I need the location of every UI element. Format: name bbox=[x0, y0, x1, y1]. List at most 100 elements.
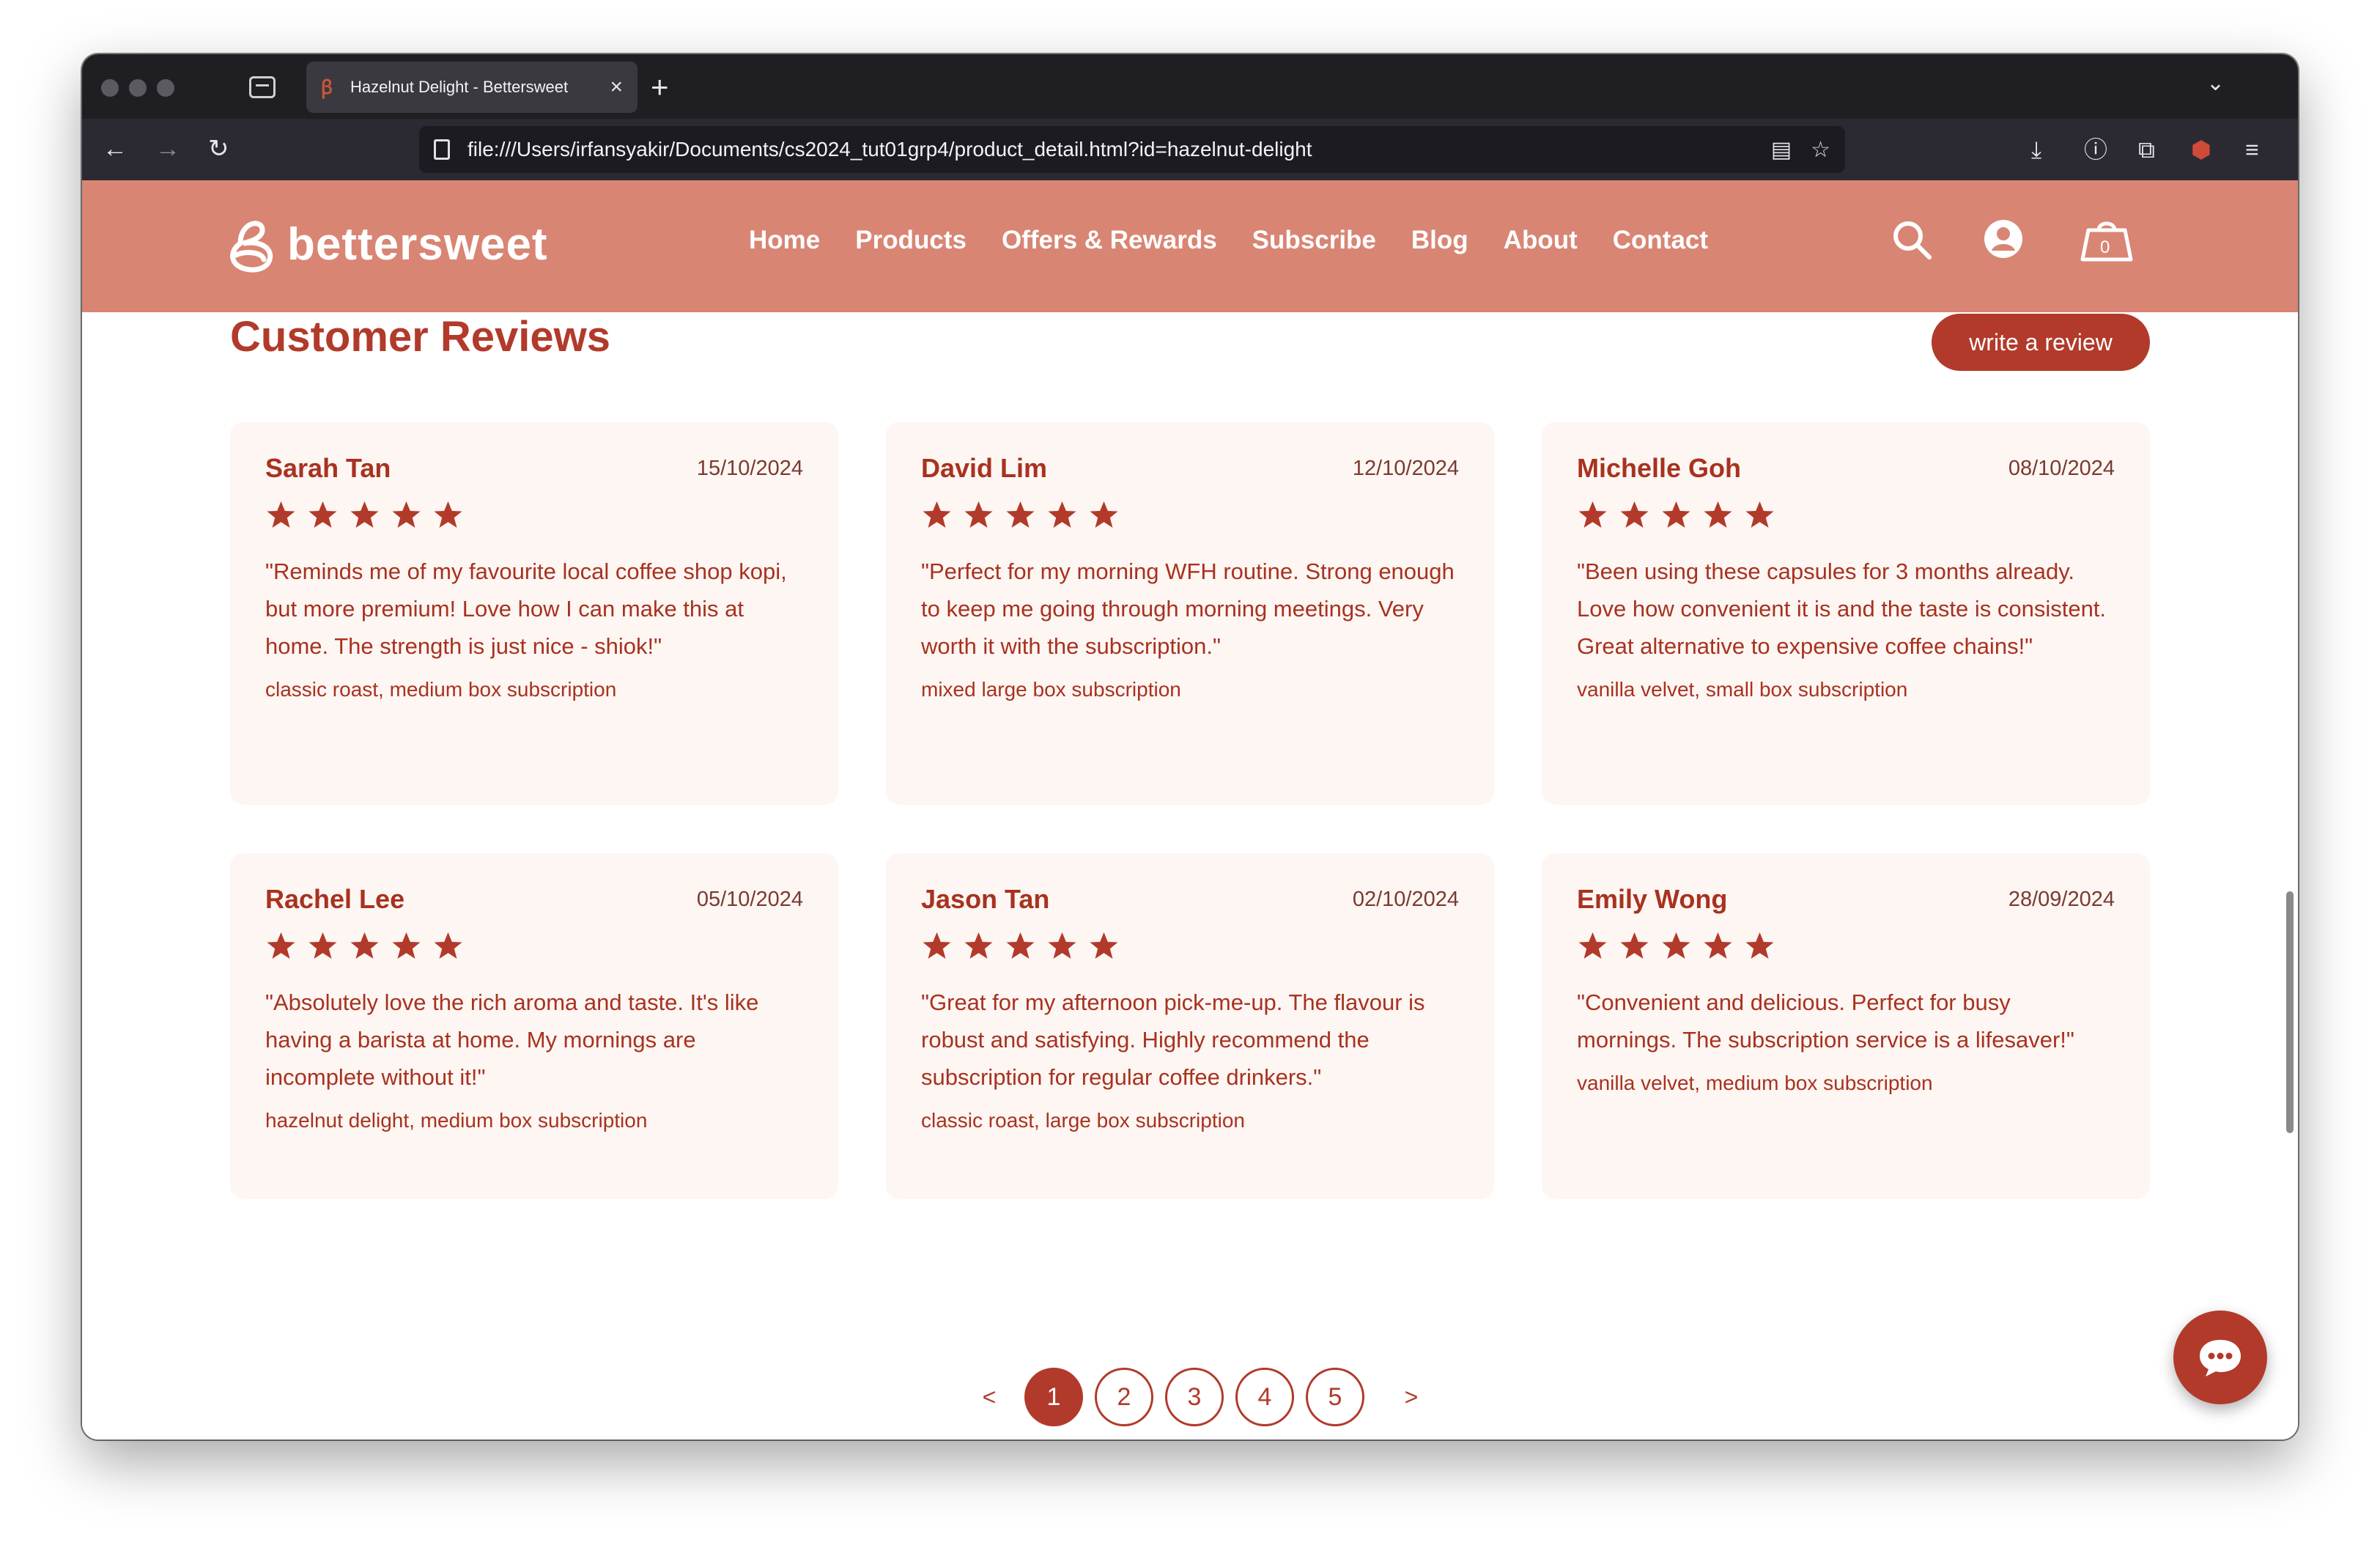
url-bar[interactable]: file:///Users/irfansyakir/Documents/cs20… bbox=[419, 126, 1845, 173]
extensions-icon[interactable]: ⧉ bbox=[2138, 133, 2155, 166]
tab-title: Hazelnut Delight - Bettersweet bbox=[350, 78, 569, 96]
search-icon[interactable] bbox=[1891, 218, 1933, 261]
star-icon bbox=[308, 501, 337, 528]
star-icon bbox=[1006, 501, 1035, 528]
star-icon bbox=[1704, 932, 1732, 959]
next-page-button[interactable]: > bbox=[1376, 1384, 1446, 1411]
review-card: Sarah Tan 15/10/2024 "Reminds me of my f… bbox=[230, 422, 838, 805]
star-icon bbox=[392, 501, 421, 528]
reviewer-name: David Lim bbox=[921, 453, 1048, 483]
review-date: 12/10/2024 bbox=[1352, 456, 1459, 480]
forward-icon[interactable]: → bbox=[155, 132, 180, 166]
logo[interactable]: bettersweet bbox=[226, 214, 548, 274]
review-product: mixed large box subscription bbox=[921, 678, 1181, 701]
write-review-button[interactable]: write a review bbox=[1932, 314, 2150, 371]
reviews-section: Customer Reviews write a review Sarah Ta… bbox=[82, 312, 2298, 1440]
info-icon[interactable]: ⓘ bbox=[2084, 133, 2107, 166]
review-card: Emily Wong 28/09/2024 "Convenient and de… bbox=[1542, 853, 2150, 1199]
window-controls bbox=[101, 79, 174, 97]
page-button[interactable]: 5 bbox=[1306, 1368, 1364, 1426]
star-icon bbox=[1006, 932, 1035, 959]
star-icon bbox=[434, 932, 462, 959]
review-date: 28/09/2024 bbox=[2008, 887, 2115, 911]
review-text: "Absolutely love the rich aroma and tast… bbox=[265, 989, 759, 1090]
close-tab-icon[interactable]: × bbox=[610, 76, 623, 98]
star-icon bbox=[308, 932, 337, 959]
nav-products[interactable]: Products bbox=[855, 226, 967, 255]
review-product: classic roast, medium box subscription bbox=[265, 678, 617, 701]
star-icon bbox=[923, 501, 951, 528]
review-product: hazelnut delight, medium box subscriptio… bbox=[265, 1109, 648, 1132]
review-text: "Perfect for my morning WFH routine. Str… bbox=[921, 559, 1455, 659]
star-icon bbox=[1704, 501, 1732, 528]
browser-window: ꞵ Hazelnut Delight - Bettersweet × + ⌄ ←… bbox=[82, 54, 2298, 1440]
bookmark-star-icon[interactable]: ☆ bbox=[1811, 137, 1830, 163]
page-icon bbox=[434, 139, 450, 160]
star-icon bbox=[1745, 501, 1774, 528]
reviewer-name: Emily Wong bbox=[1577, 884, 1728, 914]
nav-about[interactable]: About bbox=[1504, 226, 1578, 255]
nav-subscribe[interactable]: Subscribe bbox=[1252, 226, 1376, 255]
page-button[interactable]: 2 bbox=[1095, 1368, 1153, 1426]
review-text: "Reminds me of my favourite local coffee… bbox=[265, 559, 787, 659]
active-tab[interactable]: ꞵ Hazelnut Delight - Bettersweet × bbox=[306, 62, 638, 113]
page-button[interactable]: 1 bbox=[1024, 1368, 1083, 1426]
star-icon bbox=[1662, 501, 1690, 528]
cart-count-badge: 0 bbox=[2100, 237, 2110, 257]
review-product: classic roast, large box subscription bbox=[921, 1109, 1245, 1132]
review-product: vanilla velvet, medium box subscription bbox=[1577, 1072, 1933, 1094]
tab-list-chevron-icon[interactable]: ⌄ bbox=[2206, 70, 2225, 96]
star-rating bbox=[265, 931, 803, 962]
downloads-icon[interactable]: ⤓ bbox=[2031, 133, 2041, 166]
main-nav: Home Products Offers & Rewards Subscribe… bbox=[749, 226, 1708, 255]
star-icon bbox=[350, 932, 379, 959]
back-icon[interactable]: ← bbox=[103, 132, 128, 166]
minimize-window-button[interactable] bbox=[129, 79, 147, 97]
pagination: < 1 2 3 4 5 > bbox=[954, 1368, 1446, 1426]
account-icon[interactable] bbox=[1983, 218, 2024, 259]
nav-blog[interactable]: Blog bbox=[1411, 226, 1468, 255]
ublock-icon[interactable]: ⬢ bbox=[2191, 133, 2211, 166]
logo-mark-icon bbox=[230, 221, 273, 273]
prev-page-button[interactable]: < bbox=[954, 1384, 1024, 1411]
new-tab-icon[interactable]: + bbox=[651, 69, 669, 106]
close-window-button[interactable] bbox=[101, 79, 119, 97]
star-icon bbox=[392, 932, 421, 959]
reviewer-name: Jason Tan bbox=[921, 884, 1050, 914]
tab-bar: ꞵ Hazelnut Delight - Bettersweet × + ⌄ bbox=[82, 54, 2298, 119]
nav-offers-rewards[interactable]: Offers & Rewards bbox=[1002, 226, 1217, 255]
logo-text: bettersweet bbox=[287, 218, 548, 270]
maximize-window-button[interactable] bbox=[157, 79, 174, 97]
tab-overview-icon[interactable] bbox=[249, 76, 276, 98]
nav-contact[interactable]: Contact bbox=[1613, 226, 1708, 255]
reader-view-icon[interactable]: ▤ bbox=[1771, 137, 1792, 163]
star-icon bbox=[267, 501, 295, 528]
page-button[interactable]: 4 bbox=[1235, 1368, 1294, 1426]
star-icon bbox=[1090, 932, 1118, 959]
star-icon bbox=[267, 932, 295, 959]
star-rating bbox=[1577, 500, 2115, 531]
navigation-bar: ← → ↻ file:///Users/irfansyakir/Document… bbox=[82, 119, 2298, 180]
star-rating bbox=[921, 931, 1459, 962]
review-card: David Lim 12/10/2024 "Perfect for my mor… bbox=[886, 422, 1494, 805]
review-date: 15/10/2024 bbox=[696, 456, 803, 480]
reload-icon[interactable]: ↻ bbox=[208, 132, 229, 166]
star-icon bbox=[1578, 932, 1607, 959]
star-icon bbox=[923, 932, 951, 959]
reviewer-name: Sarah Tan bbox=[265, 453, 391, 483]
site-favicon-icon: ꞵ bbox=[321, 76, 333, 98]
star-icon bbox=[1048, 932, 1076, 959]
review-date: 08/10/2024 bbox=[2008, 456, 2115, 480]
page-scrollbar[interactable] bbox=[2286, 891, 2294, 1133]
site-header: bettersweet Home Products Offers & Rewar… bbox=[82, 180, 2298, 312]
star-icon bbox=[964, 932, 993, 959]
page-button[interactable]: 3 bbox=[1165, 1368, 1224, 1426]
url-text[interactable]: file:///Users/irfansyakir/Documents/cs20… bbox=[468, 138, 1752, 161]
menu-icon[interactable]: ≡ bbox=[2245, 133, 2259, 166]
review-card: Rachel Lee 05/10/2024 "Absolutely love t… bbox=[230, 853, 838, 1199]
star-rating bbox=[265, 500, 803, 531]
review-text: "Convenient and delicious. Perfect for b… bbox=[1577, 989, 2074, 1053]
nav-home[interactable]: Home bbox=[749, 226, 820, 255]
star-rating bbox=[921, 500, 1459, 531]
chat-button[interactable] bbox=[2173, 1311, 2267, 1404]
